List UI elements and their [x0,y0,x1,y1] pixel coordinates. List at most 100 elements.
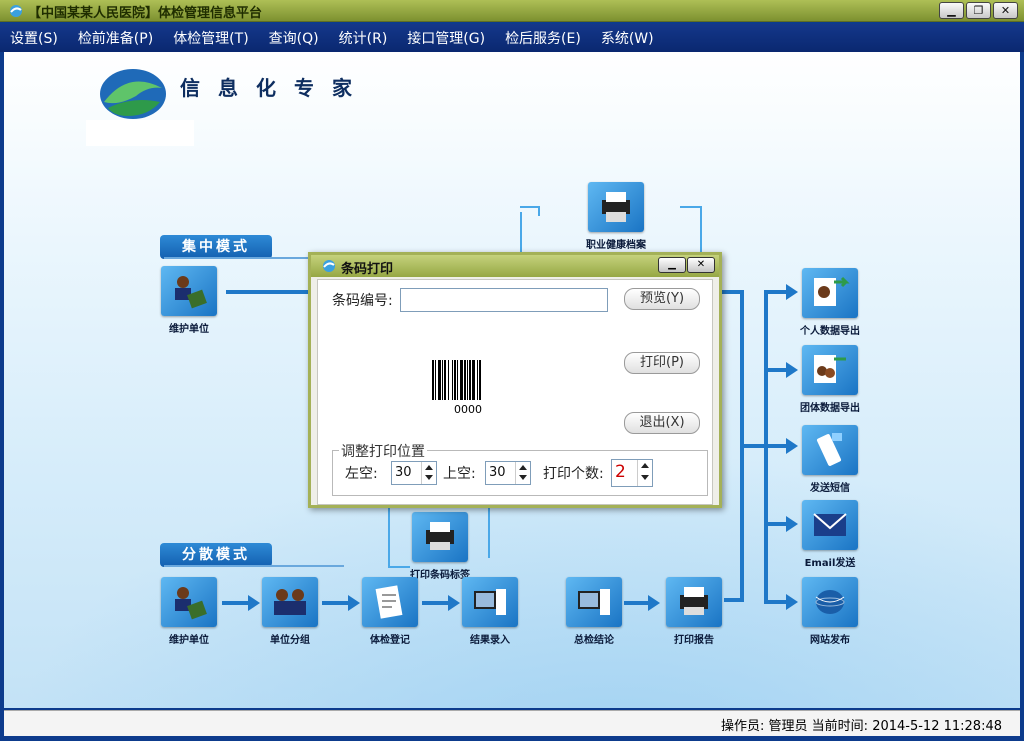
barcode-number-input[interactable] [400,288,608,312]
menu-statistics[interactable]: 统计(R) [339,28,388,48]
node-send-sms[interactable]: 发送短信 [790,425,870,494]
barcode-image [432,360,504,400]
top-margin-value: 30 [489,465,506,480]
node-group-export[interactable]: 团体数据导出 [790,345,870,414]
menu-system[interactable]: 系统(W) [601,28,654,48]
people-group-icon [262,577,318,627]
node-label: 结果录入 [470,635,510,646]
status-text: 操作员: 管理员 当前时间: 2014-5-12 11:28:48 [721,719,1002,734]
node-print-report[interactable]: 打印报告 [654,577,734,646]
flow-line [422,601,450,605]
node-label: 单位分组 [270,635,310,646]
node-exam-register[interactable]: 体检登记 [350,577,430,646]
flow-line [744,444,764,448]
print-button[interactable]: 打印(P) [624,352,700,374]
clipboard-icon [362,577,418,627]
print-count-value: 2 [615,462,626,482]
spinner-arrows-icon[interactable] [421,462,436,484]
close-button[interactable]: ✕ [993,2,1018,19]
node-label: 维护单位 [169,324,209,335]
ghost-arrow [488,508,502,558]
flow-line [768,522,788,526]
barcode-number-text: 0000 [454,403,482,416]
top-margin-stepper[interactable]: 30 [485,461,531,485]
mobile-phone-icon [802,425,858,475]
node-label: Email发送 [804,558,856,569]
left-margin-value: 30 [395,465,412,480]
mode-label-distributed: 分散模式 [160,543,272,567]
menu-post-exam[interactable]: 检后服务(E) [505,28,581,48]
flow-line [624,601,650,605]
print-position-title: 调整打印位置 [339,441,427,461]
mode-underline [164,257,309,259]
status-bar: 操作员: 管理员 当前时间: 2014-5-12 11:28:48 [4,710,1020,736]
printer-archive-icon [588,182,644,232]
restore-button[interactable]: ❐ [966,2,991,19]
menu-interface[interactable]: 接口管理(G) [407,28,485,48]
node-label: 团体数据导出 [800,403,860,414]
email-envelope-icon [802,500,858,550]
node-occupational-archive[interactable]: 职业健康档案 [576,182,656,251]
menu-settings[interactable]: 设置(S) [10,28,58,48]
node-print-barcode-label[interactable]: 打印条码标签 [400,512,480,581]
node-summary[interactable]: 总检结论 [554,577,634,646]
node-personal-export[interactable]: 个人数据导出 [790,268,870,337]
left-margin-label: 左空: [345,466,378,482]
dialog-close-button[interactable]: ✕ [687,257,715,273]
preview-button[interactable]: 预览(Y) [624,288,700,310]
node-label: 发送短信 [810,483,850,494]
white-placeholder [86,120,194,146]
node-maintain-unit-bottom[interactable]: 维护单位 [149,577,229,646]
barcode-stripe [481,360,483,400]
dialog-minimize-button[interactable]: ▁ [658,257,686,273]
ghost-arrow [680,206,702,252]
node-label: 打印报告 [674,635,714,646]
node-label: 总检结论 [574,635,614,646]
node-email-send[interactable]: Email发送 [790,500,870,569]
maintain-unit-icon [161,577,217,627]
ghost-arrow [520,206,540,216]
print-count-label: 打印个数: [543,466,604,482]
left-margin-stepper[interactable]: 30 [391,461,437,485]
barcode-print-dialog: 条码打印 ▁ ✕ 条码编号: 预览(Y) 打印(P) 退出(X) 0000 调整… [308,252,722,508]
mode-underline [164,565,344,567]
dialog-title: 条码打印 [341,262,394,277]
node-label: 网站发布 [810,635,850,646]
flow-line [768,600,788,604]
personal-export-icon [802,268,858,318]
group-export-icon [802,345,858,395]
node-website-publish[interactable]: 网站发布 [790,577,870,646]
node-label: 维护单位 [169,635,209,646]
flow-line [768,290,788,294]
spinner-arrows-icon[interactable] [515,462,530,484]
print-count-stepper[interactable]: 2 [611,459,653,487]
window-title-bar[interactable]: 【中国某某人民医院】体检管理信息平台 ▁ ❐ ✕ [0,0,1024,22]
menu-query[interactable]: 查询(Q) [269,28,319,48]
dialog-app-icon [323,260,335,272]
node-label: 职业健康档案 [586,240,646,251]
company-logo-icon [100,69,166,119]
top-margin-label: 上空: [443,466,476,482]
flow-line [768,444,788,448]
printer-icon [412,512,468,562]
slogan: 信息化专家 [180,76,370,100]
flow-line [222,601,250,605]
node-result-entry[interactable]: 结果录入 [450,577,530,646]
menu-bar: 设置(S) 检前准备(P) 体检管理(T) 查询(Q) 统计(R) 接口管理(G… [0,24,1024,52]
exit-button[interactable]: 退出(X) [624,412,700,434]
globe-icon [802,577,858,627]
node-maintain-unit-top[interactable]: 维护单位 [149,266,229,335]
mode-label-centralized: 集中模式 [160,235,272,259]
barcode-number-label: 条码编号: [332,293,393,309]
node-label: 体检登记 [370,635,410,646]
menu-pre-exam[interactable]: 检前准备(P) [78,28,153,48]
spinner-arrows-icon[interactable] [637,460,652,486]
minimize-button[interactable]: ▁ [939,2,964,19]
main-canvas: 信息化专家 集中模式 维护单位 职业健康档案 个人数据导出 团体数据导出 发送短… [4,52,1020,708]
menu-exam-management[interactable]: 体检管理(T) [173,28,248,48]
node-unit-group[interactable]: 单位分组 [250,577,330,646]
computer-entry-icon [462,577,518,627]
dialog-title-bar[interactable]: 条码打印 ▁ ✕ [311,255,719,277]
maintain-unit-icon [161,266,217,316]
computer-summary-icon [566,577,622,627]
